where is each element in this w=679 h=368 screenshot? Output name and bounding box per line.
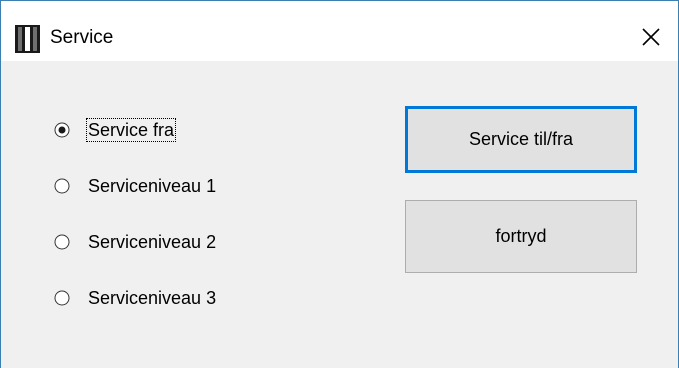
service-toggle-button[interactable]: Service til/fra [405, 106, 637, 173]
radio-label-serviceniveau-3: Serviceniveau 3 [88, 288, 217, 308]
radio-button[interactable] [54, 290, 70, 306]
radio-serviceniveau-1[interactable]: Serviceniveau 1 [54, 173, 218, 199]
window-title: Service [50, 27, 114, 48]
radio-button-selected[interactable] [54, 122, 70, 138]
radio-serviceniveau-2[interactable]: Serviceniveau 2 [54, 229, 218, 255]
radio-label-serviceniveau-1: Serviceniveau 1 [88, 176, 217, 196]
close-button[interactable] [625, 15, 677, 59]
title-bar: Service [1, 1, 678, 61]
cancel-button[interactable]: fortryd [405, 200, 637, 273]
radio-serviceniveau-3[interactable]: Serviceniveau 3 [54, 285, 218, 311]
close-icon [642, 28, 660, 46]
dialog-window: Service Service fra Serviceniveau 1 Serv… [0, 0, 679, 368]
radio-label-service-fra: Service fra [86, 118, 177, 142]
radio-service-fra[interactable]: Service fra [54, 117, 177, 143]
radio-button[interactable] [54, 234, 70, 250]
radio-button[interactable] [54, 178, 70, 194]
radio-label-serviceniveau-2: Serviceniveau 2 [88, 232, 217, 252]
app-icon [15, 25, 40, 53]
